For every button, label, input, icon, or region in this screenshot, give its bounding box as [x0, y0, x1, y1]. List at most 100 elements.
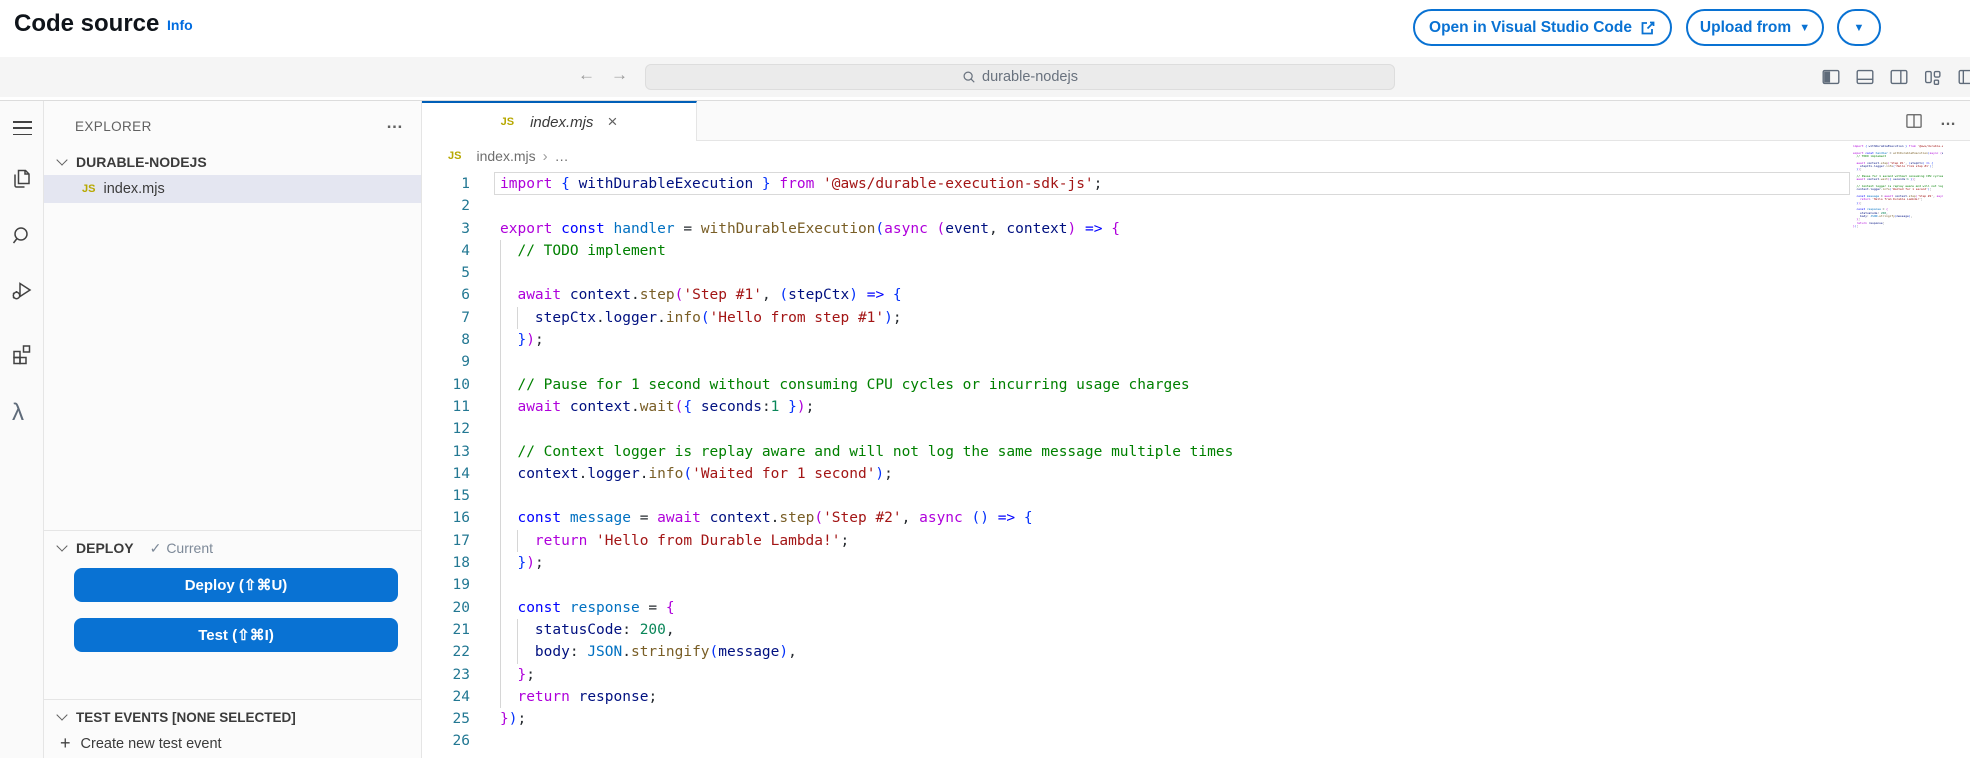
file-index-mjs[interactable]: JS index.mjs	[44, 175, 421, 203]
search-icon	[962, 70, 976, 84]
line-number: 26	[422, 730, 470, 752]
folder-label: DURABLE-NODEJS	[76, 154, 207, 170]
line-number: 17	[422, 530, 470, 552]
folder-durable-nodejs[interactable]: DURABLE-NODEJS	[44, 149, 421, 175]
minimap[interactable]: import { withDurableExecution } from '@a…	[1853, 145, 1943, 237]
create-test-event-button[interactable]: + Create new test event	[44, 731, 421, 757]
divider	[44, 699, 421, 700]
split-editor-icon[interactable]	[1904, 111, 1924, 131]
line-number: 20	[422, 597, 470, 619]
tab-label: index.mjs	[530, 114, 593, 131]
code-lines: import { withDurableExecution } from '@a…	[500, 173, 1233, 753]
tab-index-mjs[interactable]: JS index.mjs ×	[422, 101, 697, 141]
code-line: import { withDurableExecution } from '@a…	[500, 173, 1233, 195]
line-number: 22	[422, 641, 470, 663]
code-line: export const handler = withDurableExecut…	[500, 218, 1233, 240]
code-line	[500, 418, 1233, 440]
aws-lambda-icon[interactable]: λ	[12, 401, 36, 425]
code-line: });	[500, 552, 1233, 574]
lambda-code-source-page: Code source Info Open in Visual Studio C…	[0, 0, 1970, 758]
code-line: return 'Hello from Durable Lambda!';	[500, 530, 1233, 552]
deploy-button[interactable]: Deploy (⇧⌘U)	[74, 568, 398, 602]
editor-more-actions-icon[interactable]: …	[1940, 112, 1956, 130]
aws-header: Code source Info Open in Visual Studio C…	[0, 0, 1970, 57]
line-number: 4	[422, 240, 470, 262]
code-line: context.logger.info('Waited for 1 second…	[1853, 188, 1943, 191]
code-line: // TODO implement	[500, 240, 1233, 262]
activity-bar: λ	[0, 101, 44, 758]
editor-group: JS index.mjs × … JS index.mjs › …	[422, 101, 1970, 758]
deploy-section-header[interactable]: DEPLOY ✓Current	[44, 535, 421, 561]
line-number: 10	[422, 374, 470, 396]
explorer-header: EXPLORER …	[44, 115, 421, 139]
run-debug-icon[interactable]	[10, 279, 34, 303]
toggle-sidebar-icon[interactable]	[1820, 66, 1842, 88]
toggle-panel-icon[interactable]	[1854, 66, 1876, 88]
line-number: 11	[422, 396, 470, 418]
nav-back-icon[interactable]: ←	[578, 65, 595, 85]
code-line: stepCtx.logger.info('Hello from step #1'…	[1853, 165, 1943, 168]
breadcrumb-file: index.mjs	[476, 148, 535, 164]
code-line	[500, 351, 1233, 373]
breadcrumb-chevron-icon: ›	[543, 148, 548, 165]
line-number: 13	[422, 441, 470, 463]
check-icon: ✓	[150, 540, 162, 556]
explorer-icon[interactable]	[10, 167, 34, 191]
tab-actions: …	[1904, 101, 1956, 141]
line-number: 12	[422, 418, 470, 440]
line-number: 19	[422, 574, 470, 596]
open-in-vscode-label: Open in Visual Studio Code	[1429, 19, 1632, 37]
line-number: 24	[422, 686, 470, 708]
upload-from-label: Upload from	[1700, 19, 1791, 37]
line-number: 23	[422, 664, 470, 686]
search-activity-icon[interactable]	[10, 224, 34, 248]
explorer-more-icon[interactable]: …	[386, 113, 403, 133]
menu-icon[interactable]	[13, 117, 32, 141]
create-test-event-label: Create new test event	[81, 736, 222, 752]
customize-layout-icon[interactable]	[1922, 66, 1944, 88]
js-file-icon: JS	[448, 150, 461, 162]
code-line	[500, 195, 1233, 217]
info-link[interactable]: Info	[167, 17, 193, 33]
code-line: const response = {	[500, 597, 1233, 619]
tab-bar: JS index.mjs × …	[422, 101, 1970, 141]
line-number: 7	[422, 307, 470, 329]
breadcrumb[interactable]: JS index.mjs › …	[422, 141, 1970, 171]
line-number: 14	[422, 463, 470, 485]
js-file-icon: JS	[82, 183, 95, 195]
code-line	[1853, 228, 1943, 231]
command-center-search[interactable]: durable-nodejs	[645, 64, 1395, 90]
external-link-icon	[1640, 20, 1656, 36]
open-in-vscode-button[interactable]: Open in Visual Studio Code	[1413, 9, 1672, 46]
close-tab-icon[interactable]: ×	[607, 112, 617, 132]
nav-forward-icon[interactable]: →	[611, 65, 628, 85]
test-button[interactable]: Test (⇧⌘I)	[74, 618, 398, 652]
code-line: };	[500, 664, 1233, 686]
code-line	[500, 262, 1233, 284]
test-events-section-header[interactable]: TEST EVENTS [NONE SELECTED]	[44, 705, 421, 729]
code-line: const message = await context.step('Step…	[500, 507, 1233, 529]
command-center-text: durable-nodejs	[982, 69, 1078, 85]
code-line: });	[500, 708, 1233, 730]
code-line	[500, 574, 1233, 596]
upload-from-button[interactable]: Upload from ▼	[1686, 9, 1824, 46]
chevron-down-icon	[56, 709, 67, 720]
code-editor[interactable]: 1234567891011121314151617181920212223242…	[422, 171, 1970, 758]
deploy-status: ✓Current	[150, 540, 213, 557]
chevron-down-icon	[56, 154, 67, 165]
more-actions-button[interactable]: ▼	[1837, 9, 1881, 46]
caret-down-icon: ▼	[1799, 23, 1810, 34]
code-line: });	[500, 329, 1233, 351]
line-number: 21	[422, 619, 470, 641]
code-line: body: JSON.stringify(message),	[500, 641, 1233, 663]
code-line	[500, 730, 1233, 752]
extensions-icon[interactable]	[10, 342, 34, 366]
toggle-secondary-sidebar-icon[interactable]	[1888, 66, 1910, 88]
js-file-icon: JS	[501, 116, 514, 128]
line-number: 1	[422, 173, 470, 195]
fullscreen-icon[interactable]	[1956, 66, 1970, 88]
code-line: // Pause for 1 second without consuming …	[500, 374, 1233, 396]
divider	[44, 530, 421, 531]
code-line: return response;	[500, 686, 1233, 708]
code-line: import { withDurableExecution } from '@a…	[1853, 145, 1943, 148]
